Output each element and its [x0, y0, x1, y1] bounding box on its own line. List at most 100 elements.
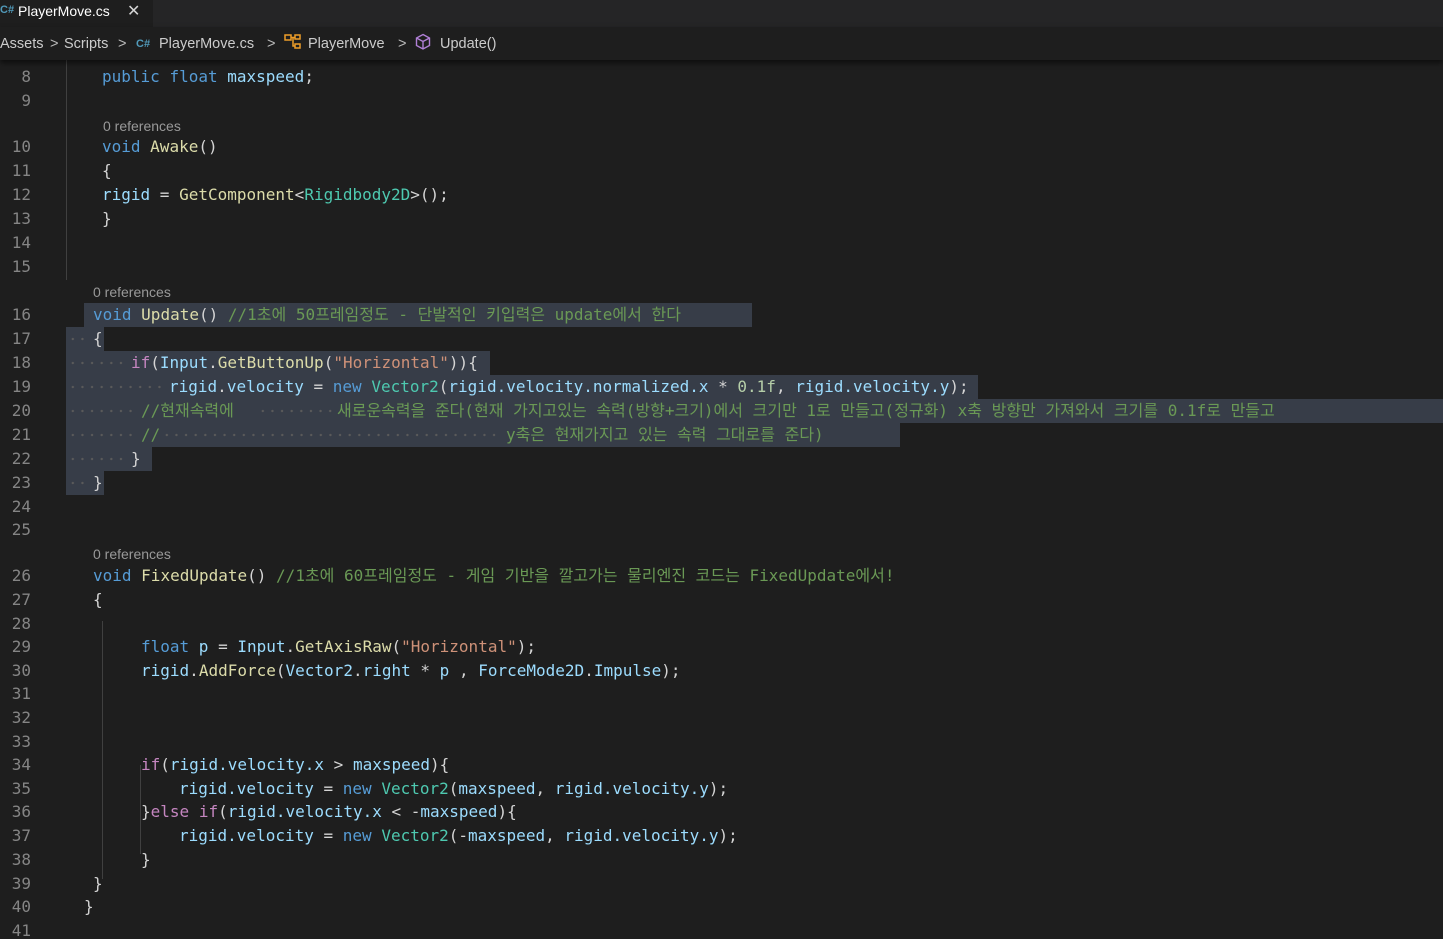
chevron-right-icon: >	[118, 36, 127, 52]
line-number: 20	[11, 401, 31, 420]
token: (	[323, 353, 334, 372]
line-number: 37	[11, 826, 31, 845]
line-number: 14	[11, 233, 31, 252]
token: >();	[410, 185, 449, 204]
breadcrumb-item-method[interactable]: Update()	[440, 36, 496, 52]
token: Input	[237, 637, 286, 656]
token: =	[150, 185, 180, 204]
code-line: 10 void Awake()	[0, 135, 1443, 159]
token: ,	[545, 826, 565, 845]
close-icon[interactable]: ✕	[127, 1, 140, 21]
code-text: }	[131, 449, 141, 468]
breadcrumb-item-assets[interactable]: Assets	[0, 36, 44, 52]
code-line: 32	[0, 706, 1443, 730]
line-number: 35	[11, 779, 31, 798]
breadcrumb-item-file[interactable]: PlayerMove.cs	[159, 36, 254, 52]
token: Impulse	[593, 661, 662, 680]
token: Vector2	[285, 661, 353, 680]
token: }	[141, 802, 151, 821]
codelens-references[interactable]: 0 references	[93, 545, 171, 563]
line-number: 19	[11, 377, 31, 396]
token: void	[93, 305, 132, 324]
chevron-right-icon: >	[50, 36, 59, 52]
breadcrumb-item-class[interactable]: PlayerMove	[308, 36, 385, 52]
line-number: 16	[11, 305, 31, 324]
line-number: 26	[11, 566, 31, 585]
code-line: 24	[0, 495, 1443, 519]
token: ,	[775, 377, 796, 396]
code-line: 16 void Update() //1초에 50프레임정도 - 단발적인 키입…	[0, 303, 1443, 327]
token: Input	[159, 353, 209, 372]
token: =	[313, 826, 343, 845]
codelens-references[interactable]: 0 references	[93, 283, 171, 301]
token: ,	[449, 661, 479, 680]
token: (	[275, 661, 286, 680]
line-number: 40	[11, 897, 31, 916]
code-editor[interactable]: 0 references 0 references 0 references 8…	[0, 60, 1443, 939]
tab-label: PlayerMove.cs	[18, 3, 110, 19]
token: maxspeed	[458, 779, 536, 798]
token: (	[438, 377, 449, 396]
code-line: 25	[0, 518, 1443, 542]
code-line: 33	[0, 730, 1443, 754]
code-line: 20 //현재속력에 새로운속력을 준다(현재 가지고있는 속력(방향+크기)에…	[0, 399, 1443, 423]
tab-playermove[interactable]: C# PlayerMove.cs ✕	[0, 0, 153, 27]
line-number: 24	[11, 497, 31, 516]
line-number: 36	[11, 802, 31, 821]
code-text: rigid.velocity = new Vector2(-maxspeed, …	[179, 824, 738, 848]
token: );	[718, 826, 738, 845]
line-number: 41	[11, 921, 31, 939]
code-line: 23 }	[0, 471, 1443, 495]
line-number: 12	[11, 185, 31, 204]
code-line: 28	[0, 612, 1443, 636]
token: "Horizontal"	[333, 353, 449, 372]
code-line: 11 {	[0, 159, 1443, 183]
token: rigid	[102, 185, 151, 204]
token: (	[150, 353, 160, 372]
code-line: 29 float p = Input.GetAxisRaw("Horizonta…	[0, 635, 1443, 659]
token: GetAxisRaw	[295, 637, 392, 656]
code-text: void Awake()	[102, 135, 218, 159]
token: else	[150, 802, 190, 821]
tab-bar: C# PlayerMove.cs ✕	[0, 0, 1443, 27]
chevron-right-icon: >	[267, 36, 276, 52]
token: //1초에 50프레임정도 - 단발적인 키입력은 update에서 한다	[227, 305, 681, 324]
line-number: 13	[11, 209, 31, 228]
codelens-references[interactable]: 0 references	[103, 117, 181, 135]
code-text: }	[102, 209, 112, 228]
code-comment: //현재속력에	[141, 401, 234, 420]
code-line: 8 public float maxspeed;	[0, 65, 1443, 89]
token: if	[131, 353, 151, 372]
token: new	[332, 377, 362, 396]
code-text: }else if(rigid.velocity.x < -maxspeed){	[141, 800, 517, 824]
code-text: if(Input.GetButtonUp("Horizontal")){	[131, 351, 478, 375]
code-text: {	[93, 590, 103, 609]
token: =	[313, 779, 343, 798]
token: (-	[448, 826, 469, 845]
code-text: {	[93, 329, 103, 348]
token: (	[218, 802, 228, 821]
token: void	[93, 566, 132, 585]
token: rigid.velocity	[179, 826, 314, 845]
token: float	[169, 67, 218, 86]
token: rigid	[141, 661, 190, 680]
token: rigid.velocity.y	[554, 779, 709, 798]
code-text: rigid.velocity = new Vector2(maxspeed, r…	[179, 777, 728, 801]
line-number: 8	[21, 67, 31, 86]
code-text: }	[141, 850, 151, 869]
token: >	[324, 755, 353, 774]
breadcrumb-item-scripts[interactable]: Scripts	[64, 36, 108, 52]
token: rigid.velocity.y	[795, 377, 950, 396]
token: =	[208, 637, 238, 656]
line-number: 22	[11, 449, 31, 468]
token: Update	[141, 305, 199, 324]
token: GetComponent	[179, 185, 295, 204]
code-text: rigid.velocity = new Vector2(rigid.veloc…	[169, 375, 969, 399]
code-line: 37 rigid.velocity = new Vector2(-maxspee…	[0, 824, 1443, 848]
token: .	[584, 661, 594, 680]
token: *	[410, 661, 440, 680]
code-line: 17 {	[0, 327, 1443, 351]
csharp-file-icon: C#	[136, 38, 151, 50]
